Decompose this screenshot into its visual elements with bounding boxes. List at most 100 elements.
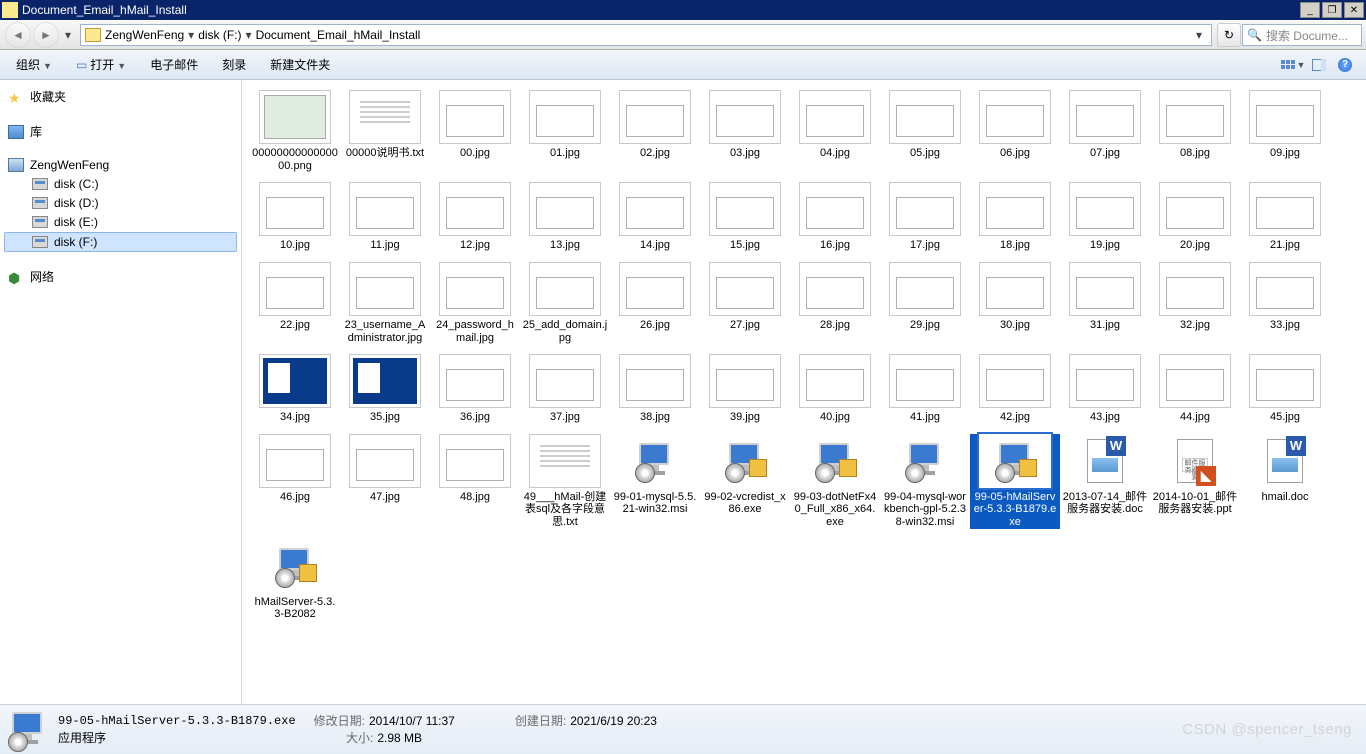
organize-menu[interactable]: 组织▼ [12, 53, 56, 76]
file-item[interactable]: 12.jpg [430, 182, 520, 252]
file-item[interactable]: 03.jpg [700, 90, 790, 172]
file-item[interactable]: 36.jpg [430, 354, 520, 424]
file-item[interactable]: 16.jpg [790, 182, 880, 252]
file-item[interactable]: 25_add_domain.jpg [520, 262, 610, 344]
file-item[interactable]: 32.jpg [1150, 262, 1240, 344]
file-item[interactable]: 11.jpg [340, 182, 430, 252]
file-item[interactable]: 08.jpg [1150, 90, 1240, 172]
file-label: hmail.doc [1240, 491, 1330, 504]
breadcrumb-part[interactable]: ZengWenFeng [105, 28, 184, 42]
file-item[interactable]: 22.jpg [250, 262, 340, 344]
file-item[interactable]: 06.jpg [970, 90, 1060, 172]
search-input[interactable]: 🔍 搜索 Docume... [1242, 24, 1362, 46]
file-item[interactable]: Whmail.doc [1240, 434, 1330, 529]
back-button[interactable]: ◄ [5, 22, 31, 48]
file-item[interactable]: 10.jpg [250, 182, 340, 252]
file-item[interactable]: 39.jpg [700, 354, 790, 424]
file-item[interactable]: 49___hMail-创建表sql及各字段意思.txt [520, 434, 610, 529]
file-item[interactable]: 30.jpg [970, 262, 1060, 344]
file-item[interactable]: 邮件服务器配置◣2014-10-01_邮件服务器安装.ppt [1150, 434, 1240, 529]
network-group[interactable]: ⬢ 网络 [4, 266, 237, 287]
file-label: 24_password_hmail.jpg [430, 319, 520, 344]
file-item[interactable]: 07.jpg [1060, 90, 1150, 172]
file-item[interactable]: 99-02-vcredist_x86.exe [700, 434, 790, 529]
email-button[interactable]: 电子邮件 [146, 53, 202, 76]
file-item[interactable]: 34.jpg [250, 354, 340, 424]
breadcrumb-part[interactable]: Document_Email_hMail_Install [256, 28, 421, 42]
file-item[interactable]: 00000说明书.txt [340, 90, 430, 172]
file-item[interactable]: hMailServer-5.3.3-B2082 [250, 539, 340, 621]
file-item[interactable]: 09.jpg [1240, 90, 1330, 172]
libraries-group[interactable]: 库 [4, 121, 237, 142]
file-item[interactable]: 43.jpg [1060, 354, 1150, 424]
file-item[interactable]: 00.jpg [430, 90, 520, 172]
file-item[interactable]: 24_password_hmail.jpg [430, 262, 520, 344]
file-item[interactable]: 48.jpg [430, 434, 520, 529]
file-item[interactable]: 05.jpg [880, 90, 970, 172]
image-thumbnail [529, 90, 601, 144]
sidebar-disk-item[interactable]: disk (D:) [4, 194, 237, 212]
maximize-button[interactable]: ❐ [1322, 2, 1342, 18]
file-item[interactable]: 42.jpg [970, 354, 1060, 424]
file-item[interactable]: 45.jpg [1240, 354, 1330, 424]
minimize-button[interactable]: _ [1300, 2, 1320, 18]
file-item[interactable]: 99-01-mysql-5.5.21-win32.msi [610, 434, 700, 529]
file-item[interactable]: 01.jpg [520, 90, 610, 172]
file-item[interactable]: 15.jpg [700, 182, 790, 252]
breadcrumb-part[interactable]: disk (F:) [198, 28, 241, 42]
new-folder-button[interactable]: 新建文件夹 [266, 53, 334, 76]
file-label: 33.jpg [1240, 319, 1330, 332]
file-item[interactable]: 20.jpg [1150, 182, 1240, 252]
file-item[interactable]: 19.jpg [1060, 182, 1150, 252]
file-item[interactable]: 40.jpg [790, 354, 880, 424]
file-item[interactable]: 38.jpg [610, 354, 700, 424]
file-item[interactable]: 04.jpg [790, 90, 880, 172]
file-item[interactable]: 47.jpg [340, 434, 430, 529]
file-item[interactable]: 99-05-hMailServer-5.3.3-B1879.exe [970, 434, 1060, 529]
refresh-button[interactable]: ↻ [1217, 23, 1241, 47]
file-item[interactable]: 14.jpg [610, 182, 700, 252]
preview-pane-button[interactable] [1309, 55, 1329, 75]
sidebar-disk-item[interactable]: disk (C:) [4, 175, 237, 193]
file-item[interactable]: 46.jpg [250, 434, 340, 529]
burn-button[interactable]: 刻录 [218, 53, 250, 76]
file-item[interactable]: 31.jpg [1060, 262, 1150, 344]
file-item[interactable]: 21.jpg [1240, 182, 1330, 252]
file-item[interactable]: 17.jpg [880, 182, 970, 252]
chevron-right-icon: ▾ [246, 28, 252, 42]
file-item[interactable]: 18.jpg [970, 182, 1060, 252]
file-item[interactable]: 23_username_Administrator.jpg [340, 262, 430, 344]
sidebar-disk-item[interactable]: disk (E:) [4, 213, 237, 231]
sidebar-disk-item[interactable]: disk (F:) [4, 232, 237, 252]
computer-group[interactable]: ZengWenFeng [4, 156, 237, 174]
open-menu[interactable]: ▭打开▼ [72, 53, 130, 76]
help-button[interactable]: ? [1335, 55, 1355, 75]
view-options-button[interactable]: ▼ [1283, 55, 1303, 75]
file-item[interactable]: 44.jpg [1150, 354, 1240, 424]
file-item[interactable]: 35.jpg [340, 354, 430, 424]
file-item[interactable]: 37.jpg [520, 354, 610, 424]
address-bar-row: ◄ ► ▾ ZengWenFeng ▾ disk (F:) ▾ Document… [0, 20, 1366, 50]
file-item[interactable]: 13.jpg [520, 182, 610, 252]
breadcrumb-dropdown[interactable]: ▾ [1191, 28, 1207, 42]
text-file-icon [349, 90, 421, 144]
file-list-pane[interactable]: 0000000000000000.png00000说明书.txt00.jpg01… [242, 80, 1366, 704]
file-item[interactable]: 41.jpg [880, 354, 970, 424]
history-dropdown[interactable]: ▾ [60, 28, 76, 42]
file-item[interactable]: 0000000000000000.png [250, 90, 340, 172]
file-label: 2014-10-01_邮件服务器安装.ppt [1150, 491, 1240, 516]
file-item[interactable]: 02.jpg [610, 90, 700, 172]
file-item[interactable]: 29.jpg [880, 262, 970, 344]
installer-icon [889, 434, 961, 488]
breadcrumb[interactable]: ZengWenFeng ▾ disk (F:) ▾ Document_Email… [80, 24, 1212, 46]
file-item[interactable]: 99-04-mysql-workbench-gpl-5.2.38-win32.m… [880, 434, 970, 529]
file-item[interactable]: 28.jpg [790, 262, 880, 344]
forward-button[interactable]: ► [33, 22, 59, 48]
file-item[interactable]: 33.jpg [1240, 262, 1330, 344]
close-button[interactable]: ✕ [1344, 2, 1364, 18]
file-item[interactable]: W2013-07-14_邮件服务器安装.doc [1060, 434, 1150, 529]
file-item[interactable]: 99-03-dotNetFx40_Full_x86_x64.exe [790, 434, 880, 529]
file-item[interactable]: 26.jpg [610, 262, 700, 344]
favorites-group[interactable]: ★ 收藏夹 [4, 86, 237, 107]
file-item[interactable]: 27.jpg [700, 262, 790, 344]
